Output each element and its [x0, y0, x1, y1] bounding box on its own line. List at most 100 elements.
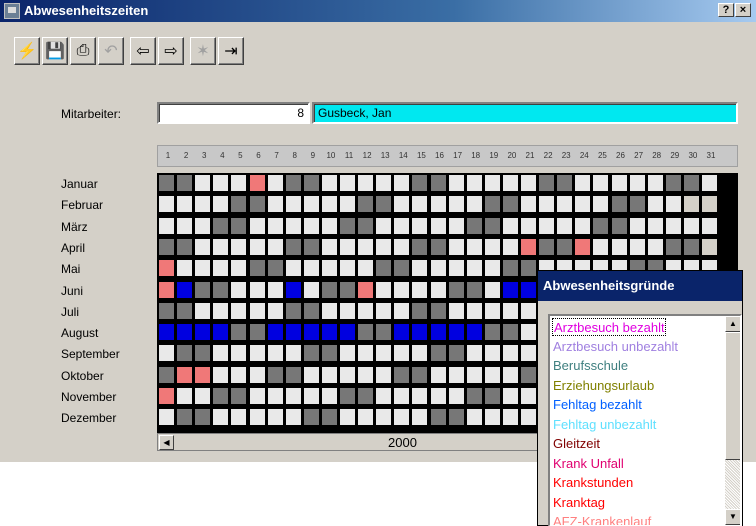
calendar-day-cell[interactable]	[321, 324, 337, 341]
calendar-day-cell[interactable]	[358, 324, 374, 341]
calendar-day-cell[interactable]	[213, 238, 229, 255]
save-button[interactable]: 💾	[42, 37, 68, 65]
calendar-day-cell[interactable]	[412, 324, 428, 341]
calendar-day-cell[interactable]	[340, 388, 355, 404]
calendar-day-cell[interactable]	[195, 345, 211, 362]
calendar-day-cell[interactable]	[195, 324, 211, 341]
calendar-day-cell[interactable]	[466, 302, 482, 319]
calendar-day-cell[interactable]	[376, 260, 392, 277]
calendar-day-cell[interactable]	[412, 217, 428, 234]
reason-list-item[interactable]: Berufsschule	[552, 357, 628, 375]
calendar-day-cell[interactable]	[448, 175, 464, 191]
calendar-day-cell[interactable]	[412, 302, 428, 319]
calendar-day-cell[interactable]	[394, 366, 410, 383]
calendar-day-cell[interactable]	[358, 302, 374, 319]
calendar-day-cell[interactable]	[430, 324, 446, 341]
calendar-day-cell[interactable]	[213, 175, 229, 191]
calendar-day-cell[interactable]	[502, 196, 518, 213]
calendar-day-cell[interactable]	[539, 217, 555, 234]
calendar-day-cell[interactable]	[303, 366, 319, 383]
calendar-day-cell[interactable]	[539, 175, 555, 191]
calendar-day-cell[interactable]	[376, 196, 392, 213]
reasons-listbox[interactable]: AFZ-Krankenlauf Kranktag Krankstunden Krank…	[548, 314, 742, 526]
calendar-day-cell[interactable]	[611, 175, 627, 191]
calendar-day-cell[interactable]	[267, 302, 283, 319]
calendar-day-cell[interactable]	[177, 366, 193, 383]
calendar-day-cell[interactable]	[231, 345, 247, 362]
calendar-day-cell[interactable]	[683, 238, 699, 255]
calendar-day-cell[interactable]	[502, 260, 518, 277]
calendar-day-cell[interactable]	[394, 196, 410, 213]
calendar-day-cell[interactable]	[521, 281, 536, 298]
calendar-day-cell[interactable]	[195, 281, 211, 298]
calendar-day-cell[interactable]	[177, 302, 193, 319]
calendar-day-cell[interactable]	[195, 302, 211, 319]
calendar-day-cell[interactable]	[376, 302, 392, 319]
arrow-right-button[interactable]: ⇨	[158, 37, 184, 65]
calendar-day-cell[interactable]	[285, 281, 301, 298]
calendar-day-cell[interactable]	[358, 175, 374, 191]
calendar-day-cell[interactable]	[448, 388, 464, 404]
calendar-day-cell[interactable]	[177, 196, 193, 213]
calendar-day-cell[interactable]	[321, 175, 337, 191]
calendar-day-cell[interactable]	[466, 238, 482, 255]
calendar-day-cell[interactable]	[340, 196, 355, 213]
calendar-day-cell[interactable]	[557, 217, 573, 234]
calendar-day-cell[interactable]	[358, 196, 374, 213]
calendar-day-cell[interactable]	[249, 175, 265, 191]
calendar-day-cell[interactable]	[521, 409, 536, 426]
calendar-day-cell[interactable]	[448, 366, 464, 383]
calendar-day-cell[interactable]	[177, 281, 193, 298]
calendar-day-cell[interactable]	[267, 388, 283, 404]
calendar-day-cell[interactable]	[159, 345, 174, 362]
calendar-day-cell[interactable]	[303, 175, 319, 191]
calendar-day-cell[interactable]	[267, 366, 283, 383]
calendar-day-cell[interactable]	[267, 409, 283, 426]
calendar-day-cell[interactable]	[267, 196, 283, 213]
calendar-day-cell[interactable]	[213, 345, 229, 362]
calendar-day-cell[interactable]	[430, 175, 446, 191]
calendar-day-cell[interactable]	[249, 366, 265, 383]
calendar-day-cell[interactable]	[285, 217, 301, 234]
calendar-day-cell[interactable]	[267, 238, 283, 255]
calendar-day-cell[interactable]	[484, 217, 500, 234]
calendar-day-cell[interactable]	[611, 196, 627, 213]
calendar-day-cell[interactable]	[521, 196, 536, 213]
calendar-day-cell[interactable]	[177, 345, 193, 362]
calendar-day-cell[interactable]	[412, 409, 428, 426]
calendar-day-cell[interactable]	[267, 260, 283, 277]
scroll-thumb[interactable]	[725, 332, 740, 460]
calendar-day-cell[interactable]	[702, 175, 717, 191]
calendar-day-cell[interactable]	[611, 238, 627, 255]
calendar-day-cell[interactable]	[376, 281, 392, 298]
calendar-day-cell[interactable]	[195, 409, 211, 426]
calendar-day-cell[interactable]	[394, 217, 410, 234]
calendar-day-cell[interactable]	[430, 366, 446, 383]
calendar-day-cell[interactable]	[557, 196, 573, 213]
calendar-day-cell[interactable]	[303, 302, 319, 319]
calendar-day-cell[interactable]	[502, 324, 518, 341]
calendar-day-cell[interactable]	[484, 196, 500, 213]
reasons-scrollbar[interactable]: ▲ ▼	[725, 316, 740, 525]
calendar-day-cell[interactable]	[521, 388, 536, 404]
calendar-day-cell[interactable]	[702, 238, 717, 255]
calendar-day-cell[interactable]	[502, 345, 518, 362]
calendar-day-cell[interactable]	[448, 409, 464, 426]
calendar-day-cell[interactable]	[575, 217, 591, 234]
calendar-day-cell[interactable]	[376, 324, 392, 341]
calendar-day-cell[interactable]	[159, 281, 174, 298]
calendar-day-cell[interactable]	[683, 217, 699, 234]
calendar-day-cell[interactable]	[702, 196, 717, 213]
print-button[interactable]: ⎙	[70, 37, 96, 65]
calendar-day-cell[interactable]	[303, 409, 319, 426]
calendar-day-cell[interactable]	[484, 175, 500, 191]
calendar-day-cell[interactable]	[412, 366, 428, 383]
calendar-day-cell[interactable]	[249, 345, 265, 362]
calendar-day-cell[interactable]	[195, 388, 211, 404]
calendar-day-cell[interactable]	[412, 196, 428, 213]
calendar-day-cell[interactable]	[285, 409, 301, 426]
year-back-arrow-icon[interactable]: ◀	[159, 435, 174, 450]
reason-list-item[interactable]: Fehltag bezahlt	[552, 396, 642, 414]
calendar-day-cell[interactable]	[665, 238, 681, 255]
calendar-day-cell[interactable]	[575, 196, 591, 213]
